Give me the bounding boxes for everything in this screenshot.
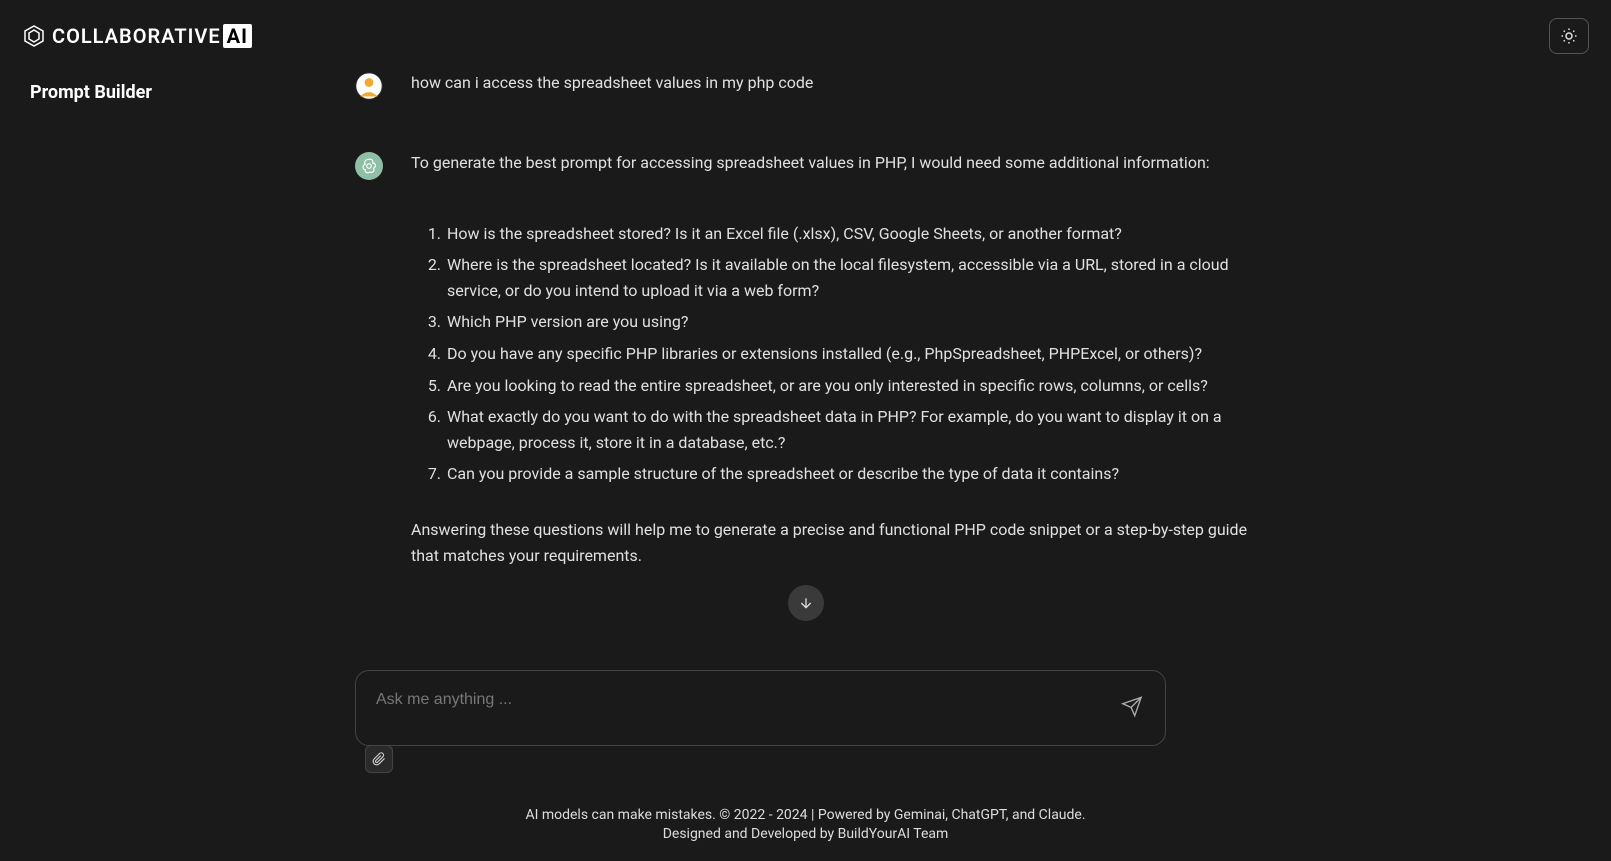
sun-icon [1560, 27, 1578, 45]
scroll-down-button[interactable] [788, 585, 824, 621]
user-avatar-icon [355, 72, 383, 100]
ai-questions-list: How is the spreadsheet stored? Is it an … [411, 221, 1256, 487]
footer-line-2: Designed and Developed by BuildYourAI Te… [0, 825, 1611, 845]
paperclip-icon [372, 752, 386, 766]
message-input[interactable] [376, 691, 1105, 709]
list-item: Do you have any specific PHP libraries o… [445, 341, 1256, 367]
logo-ai-badge: AI [223, 24, 252, 48]
header: COLLABORATIVE AI [0, 0, 1611, 64]
list-item: How is the spreadsheet stored? Is it an … [445, 221, 1256, 247]
logo-text: COLLABORATIVE AI [52, 24, 252, 48]
send-button[interactable] [1117, 692, 1147, 725]
theme-toggle-button[interactable] [1549, 18, 1589, 54]
logo-hexagon-icon [22, 24, 46, 48]
logo-word: COLLABORATIVE [52, 24, 221, 48]
arrow-down-icon [798, 595, 814, 611]
list-item: Which PHP version are you using? [445, 309, 1256, 335]
ai-knot-icon [360, 157, 378, 175]
send-icon [1121, 696, 1143, 718]
list-item: Are you looking to read the entire sprea… [445, 373, 1256, 399]
user-message-text: how can i access the spreadsheet values … [411, 70, 1256, 96]
list-item: What exactly do you want to do with the … [445, 404, 1256, 455]
ai-avatar [355, 152, 383, 180]
footer: AI models can make mistakes. © 2022 - 20… [0, 806, 1611, 845]
ai-intro-text: To generate the best prompt for accessin… [411, 150, 1256, 176]
list-item: Can you provide a sample structure of th… [445, 461, 1256, 487]
footer-line-1: AI models can make mistakes. © 2022 - 20… [0, 806, 1611, 826]
ai-message-content: To generate the best prompt for accessin… [411, 150, 1256, 568]
user-avatar [355, 72, 383, 100]
ai-outro-text: Answering these questions will help me t… [411, 517, 1256, 568]
input-box [355, 670, 1166, 746]
chat-area: how can i access the spreadsheet values … [355, 70, 1256, 631]
attach-button[interactable] [365, 745, 393, 773]
user-message: how can i access the spreadsheet values … [355, 70, 1256, 100]
list-item: Where is the spreadsheet located? Is it … [445, 252, 1256, 303]
logo[interactable]: COLLABORATIVE AI [22, 24, 252, 48]
input-container [355, 670, 1166, 746]
ai-message: To generate the best prompt for accessin… [355, 150, 1256, 568]
